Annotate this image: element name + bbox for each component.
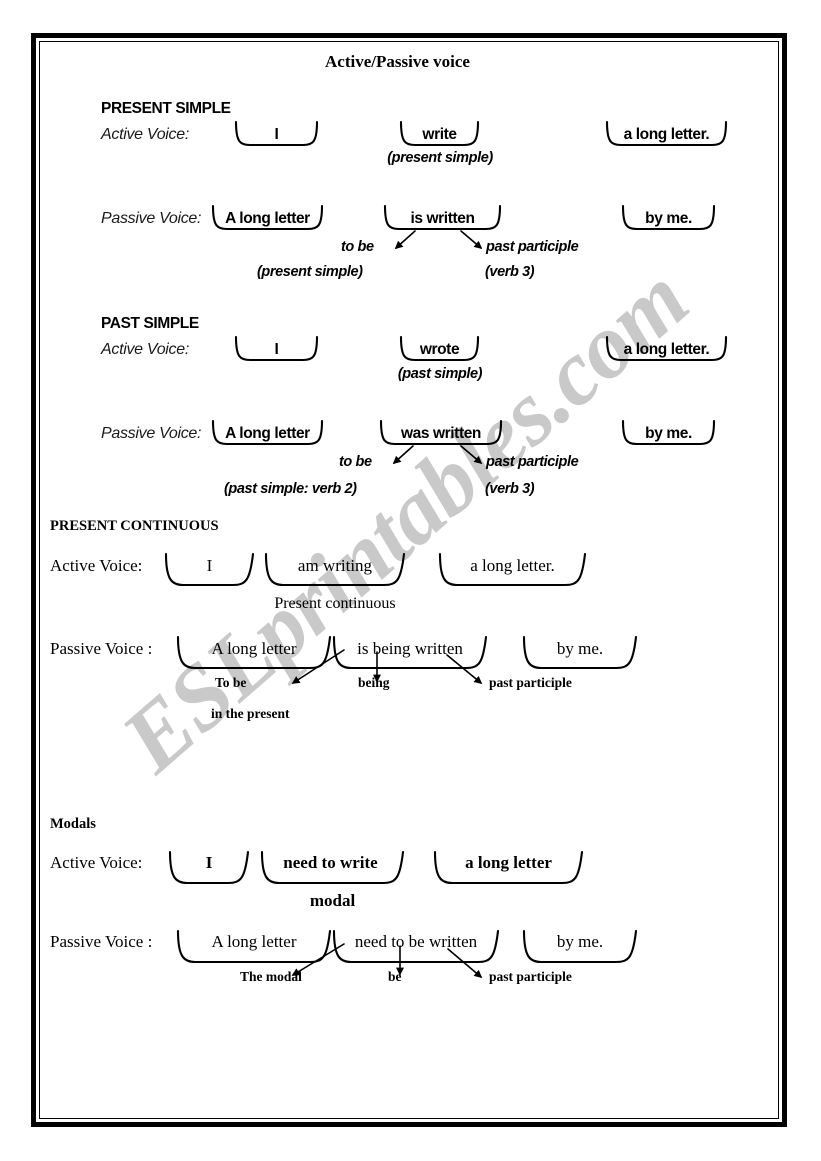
- active-voice-label-present-continuous: Active Voice:: [50, 556, 143, 575]
- section-heading-present-continuous: PRESENT CONTINUOUS: [50, 518, 219, 534]
- cell-present-simple-active-verb: write: [422, 126, 457, 143]
- worksheet-page: ESLprintables.com Active/Passive voice P…: [0, 0, 821, 1161]
- cell-present-simple-active-object: a long letter.: [623, 126, 710, 143]
- note-modals-active: modal: [309, 891, 356, 910]
- note-past-simple-active: (past simple): [397, 366, 483, 382]
- cell-past-simple-passive-verb: was written: [400, 425, 481, 442]
- passive-voice-label-modals: Passive Voice :: [50, 932, 153, 951]
- cell-present-continuous-passive-verb: is being written: [357, 639, 463, 658]
- page-title: Active/Passive voice: [325, 52, 470, 71]
- annotation-present-simple-to-be: to be: [341, 239, 374, 255]
- note-past-simple-passive-tense: (past simple: verb 2): [224, 481, 357, 497]
- cell-past-simple-active-object: a long letter.: [623, 341, 710, 358]
- annotation-present-continuous-being: being: [358, 675, 390, 690]
- section-heading-modals: Modals: [50, 816, 96, 832]
- note-present-simple-active: (present simple): [387, 150, 493, 166]
- annotation-present-continuous-past-participle: past participle: [489, 675, 572, 690]
- note-present-simple-passive-verbform: (verb 3): [485, 264, 535, 280]
- cell-present-continuous-passive-subject: A long letter: [211, 639, 297, 658]
- cell-present-continuous-active-subject: I: [206, 556, 213, 575]
- cell-present-simple-passive-verb: is written: [410, 210, 475, 227]
- annotation-modals-past-participle: past participle: [489, 969, 572, 984]
- annotation-modals-be: be: [388, 969, 402, 984]
- annotation-modals-the-modal: The modal: [240, 969, 302, 984]
- cell-past-simple-active-verb: wrote: [419, 341, 460, 358]
- cell-past-simple-passive-agent: by me.: [645, 425, 692, 442]
- active-voice-label-modals: Active Voice:: [50, 853, 143, 872]
- cell-modals-active-verb: need to write: [283, 853, 378, 872]
- passive-voice-label-present-simple: Passive Voice:: [101, 210, 202, 227]
- cell-present-simple-passive-subject: A long letter: [225, 210, 310, 227]
- annotation-present-continuous-to-be: To be: [215, 675, 247, 690]
- annotation-past-simple-to-be: to be: [339, 454, 372, 470]
- cell-modals-active-object: a long letter: [465, 853, 552, 872]
- cell-past-simple-passive-subject: A long letter: [225, 425, 310, 442]
- active-voice-label-past-simple: Active Voice:: [101, 341, 189, 358]
- cell-present-continuous-active-object: a long letter.: [470, 556, 555, 575]
- note-present-continuous-in-the-present: in the present: [211, 706, 290, 721]
- section-heading-past-simple: PAST SIMPLE: [101, 315, 199, 332]
- annotation-present-simple-past-participle: past participle: [486, 239, 579, 255]
- cell-present-simple-passive-agent: by me.: [645, 210, 692, 227]
- section-heading-present-simple: PRESENT SIMPLE: [101, 100, 231, 117]
- cell-modals-passive-verb: need to be written: [354, 932, 478, 951]
- cell-present-continuous-active-verb: am writing: [297, 556, 373, 575]
- cell-past-simple-active-subject: I: [274, 341, 279, 358]
- active-voice-label-present-simple: Active Voice:: [101, 126, 189, 143]
- passive-voice-label-present-continuous: Passive Voice :: [50, 639, 153, 658]
- note-past-simple-passive-verbform: (verb 3): [485, 481, 535, 497]
- note-present-simple-passive-tense: (present simple): [257, 264, 363, 280]
- note-present-continuous-active: Present continuous: [274, 595, 396, 612]
- cell-modals-active-subject: I: [205, 853, 213, 872]
- cell-modals-passive-subject: A long letter: [211, 932, 297, 951]
- cell-modals-passive-agent: by me.: [556, 932, 604, 951]
- passive-voice-label-past-simple: Passive Voice:: [101, 425, 202, 442]
- cell-present-continuous-passive-agent: by me.: [556, 639, 604, 658]
- annotation-past-simple-past-participle: past participle: [486, 454, 579, 470]
- cell-present-simple-active-subject: I: [274, 126, 279, 143]
